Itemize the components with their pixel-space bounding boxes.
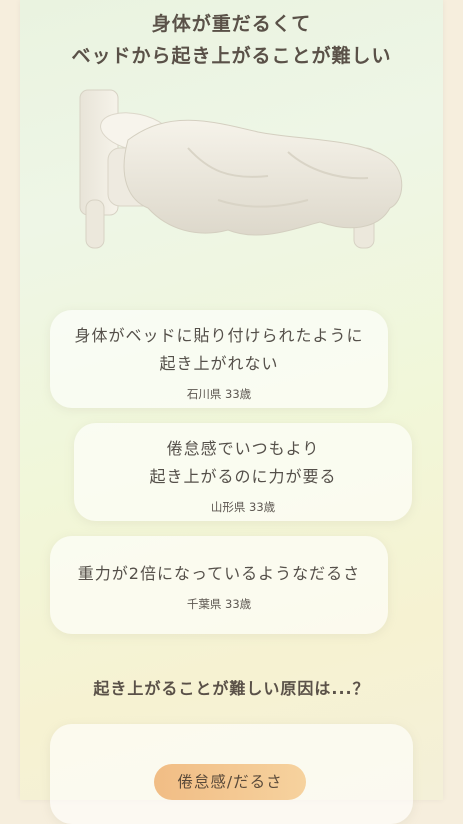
testimonial-text: 重力が2倍になっているようなだるさ: [77, 564, 361, 583]
page-panel: 身体が重だるくて ベッドから起き上がることが難しい 身体がベッドに貼り付けられた…: [20, 0, 443, 824]
testimonial-meta: 千葉県 33歳: [186, 597, 252, 611]
testimonial-card: 身体がベッドに貼り付けられたように 起き上がれない 石川県 33歳: [50, 310, 388, 408]
headline: 身体が重だるくて ベッドから起き上がることが難しい: [20, 8, 443, 72]
testimonial-text: 身体がベッドに貼り付けられたように: [74, 326, 364, 345]
headline-line-1: 身体が重だるくて: [151, 13, 312, 35]
testimonial-text: 倦怠感でいつもより: [166, 439, 320, 458]
testimonial-text: 起き上がれない: [159, 354, 279, 373]
testimonial-meta: 山形県 33歳: [210, 500, 276, 514]
testimonial-card: 重力が2倍になっているようなだるさ 千葉県 33歳: [50, 536, 388, 634]
bed-illustration: [79, 89, 403, 249]
section-question: 起き上がることが難しい原因は...？: [93, 679, 370, 698]
testimonial-text: 起き上がるのに力が要る: [149, 467, 337, 486]
headline-line-2: ベッドから起き上がることが難しい: [71, 45, 392, 67]
testimonial-card: 倦怠感でいつもより 起き上がるのに力が要る 山形県 33歳: [74, 423, 412, 521]
cause-card: 倦怠感/だるさ: [50, 724, 413, 824]
testimonial-meta: 石川県 33歳: [186, 387, 252, 401]
cause-pill[interactable]: 倦怠感/だるさ: [154, 764, 306, 800]
